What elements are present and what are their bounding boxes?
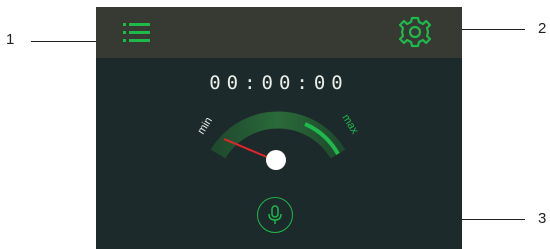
gauge-knob xyxy=(266,150,286,170)
callout-2-label: 2 xyxy=(538,20,547,37)
callout-3-label: 3 xyxy=(538,210,547,227)
gear-icon[interactable] xyxy=(398,15,432,49)
timer-display: 00:00:00 xyxy=(209,72,349,94)
callout-1-label: 1 xyxy=(6,31,15,48)
level-gauge: min max xyxy=(192,97,362,182)
device-screen: 00:00:00 min max xyxy=(96,7,462,249)
mic-button[interactable] xyxy=(257,197,293,233)
list-menu-icon[interactable] xyxy=(122,20,152,46)
gauge-max-label: max xyxy=(339,112,360,136)
gauge-track xyxy=(210,111,346,159)
top-bar xyxy=(96,7,462,58)
microphone-icon xyxy=(267,205,283,225)
gauge-min-label: min xyxy=(195,115,215,136)
